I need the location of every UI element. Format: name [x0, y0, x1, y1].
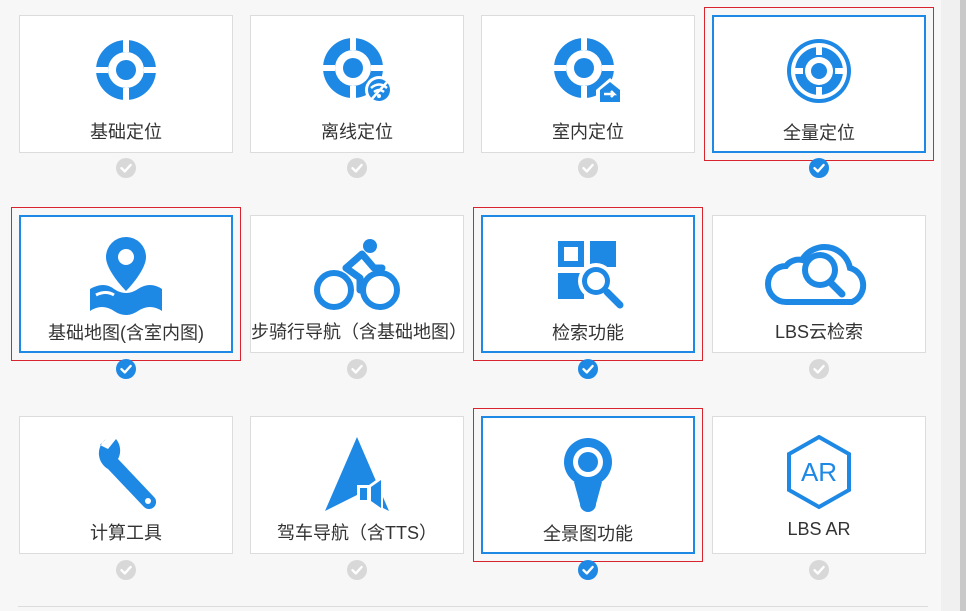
- full-locate-icon: [779, 35, 859, 115]
- feature-label: 全量定位: [783, 123, 855, 143]
- feature-card-map-pin[interactable]: 基础地图(含室内图): [19, 215, 233, 353]
- checked-icon[interactable]: [116, 359, 136, 379]
- feature-card-full-locate[interactable]: 全量定位: [712, 15, 926, 153]
- unchecked-icon[interactable]: [116, 158, 136, 178]
- feature-label: 检索功能: [552, 323, 624, 343]
- feature-card-search-grid[interactable]: 检索功能: [481, 215, 695, 353]
- feature-card-offline-locate[interactable]: 离线定位: [250, 15, 464, 153]
- cloud-search-icon: [765, 234, 867, 314]
- feature-selection-panel: 基础定位 离线定位 室内定位 全量定位基础地图(含室内图) 步骑行导航（含基础地图） 检索…: [0, 0, 966, 611]
- navigation-voice-icon: [317, 435, 397, 515]
- offline-locate-icon: [317, 34, 397, 114]
- scrollbar-thumb[interactable]: [960, 0, 966, 611]
- feature-label: 步骑行导航（含基础地图）: [251, 322, 467, 342]
- checked-icon[interactable]: [809, 158, 829, 178]
- feature-label: 驾车导航（含TTS）: [277, 523, 437, 543]
- panorama-pin-icon: [548, 436, 628, 516]
- feature-label: 全景图功能: [543, 524, 633, 544]
- feature-card-indoor-locate[interactable]: 室内定位: [481, 15, 695, 153]
- unchecked-icon[interactable]: [809, 359, 829, 379]
- search-grid-icon: [548, 235, 628, 315]
- wrench-icon: [86, 435, 166, 515]
- divider: [18, 606, 928, 607]
- locate-icon: [86, 34, 166, 114]
- map-pin-icon: [86, 235, 166, 315]
- feature-card-wrench[interactable]: 计算工具: [19, 416, 233, 554]
- svg-text:AR: AR: [801, 457, 837, 487]
- feature-label: 基础地图(含室内图): [48, 323, 204, 343]
- unchecked-icon[interactable]: [347, 359, 367, 379]
- indoor-locate-icon: [548, 34, 628, 114]
- feature-card-cycling[interactable]: 步骑行导航（含基础地图）: [250, 215, 467, 353]
- unchecked-icon[interactable]: [809, 560, 829, 580]
- feature-label: LBS云检索: [774, 322, 864, 342]
- feature-label: 室内定位: [552, 122, 624, 142]
- unchecked-icon[interactable]: [116, 560, 136, 580]
- unchecked-icon[interactable]: [578, 158, 598, 178]
- feature-card-panorama-pin[interactable]: 全景图功能: [481, 416, 695, 554]
- feature-card-cloud-search[interactable]: LBS云检索: [712, 215, 926, 353]
- feature-card-locate[interactable]: 基础定位: [19, 15, 233, 153]
- cycling-icon: [314, 234, 400, 314]
- unchecked-icon[interactable]: [347, 560, 367, 580]
- checked-icon[interactable]: [578, 359, 598, 379]
- feature-label: 计算工具: [90, 523, 162, 543]
- ar-icon: AR: [779, 434, 859, 515]
- unchecked-icon[interactable]: [347, 158, 367, 178]
- feature-label: 基础定位: [90, 122, 162, 142]
- feature-card-ar[interactable]: AR LBS AR: [712, 416, 926, 554]
- checked-icon[interactable]: [578, 560, 598, 580]
- feature-label: LBS AR: [787, 519, 851, 539]
- feature-card-navigation-voice[interactable]: 驾车导航（含TTS）: [250, 416, 464, 554]
- feature-label: 离线定位: [321, 122, 393, 142]
